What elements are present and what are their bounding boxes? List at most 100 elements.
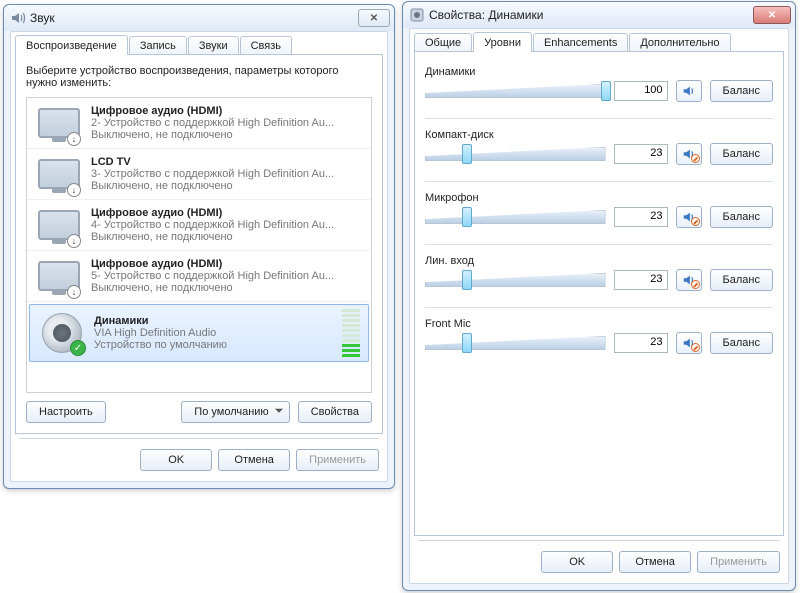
client-area: Воспроизведение Запись Звуки Связь Выбер…: [10, 31, 388, 482]
volume-value[interactable]: 23: [614, 207, 668, 227]
speaker-icon: [409, 7, 425, 23]
volume-value[interactable]: 23: [614, 333, 668, 353]
instruction-text: Выберите устройство воспроизведения, пар…: [26, 65, 372, 89]
device-row[interactable]: ↓LCD TV3- Устройство с поддержкой High D…: [27, 149, 371, 200]
device-status: Устройство по умолчанию: [94, 339, 334, 351]
cancel-button[interactable]: Отмена: [619, 551, 691, 573]
device-name: Цифровое аудио (HDMI): [91, 207, 363, 219]
monitor-device-icon: ↓: [35, 102, 83, 144]
monitor-device-icon: ↓: [35, 255, 83, 297]
properties-button[interactable]: Свойства: [298, 401, 372, 423]
balance-button[interactable]: Баланс: [710, 269, 773, 291]
cancel-button[interactable]: Отмена: [218, 449, 290, 471]
level-label: Лин. вход: [425, 255, 773, 267]
speaker-app-icon: [10, 10, 26, 26]
device-name: Динамики: [94, 315, 334, 327]
muted-indicator-icon: [691, 217, 700, 226]
tab-advanced[interactable]: Дополнительно: [629, 33, 730, 52]
level-group: Компакт-диск 23 Баланс: [425, 129, 773, 165]
device-name: Цифровое аудио (HDMI): [91, 105, 363, 117]
device-desc: VIA High Definition Audio: [94, 327, 334, 339]
ok-button[interactable]: OK: [541, 551, 613, 573]
level-label: Front Mic: [425, 318, 773, 330]
tab-levels[interactable]: Уровни: [473, 32, 532, 52]
balance-button[interactable]: Баланс: [710, 206, 773, 228]
ok-button[interactable]: OK: [140, 449, 212, 471]
device-desc: 4- Устройство с поддержкой High Definiti…: [91, 219, 363, 231]
window-title: Свойства: Динамики: [429, 8, 753, 22]
volume-value[interactable]: 23: [614, 270, 668, 290]
device-status: Выключено, не подключено: [91, 282, 363, 294]
dialog-footer: OK Отмена Применить: [410, 541, 788, 583]
monitor-device-icon: ↓: [35, 204, 83, 246]
apply-button[interactable]: Применить: [697, 551, 780, 573]
tab-enhancements[interactable]: Enhancements: [533, 33, 628, 52]
volume-slider[interactable]: [425, 332, 606, 354]
level-group: Front Mic 23 Баланс: [425, 318, 773, 354]
device-row[interactable]: ↓ Цифровое аудио (HDMI)5- Устройство с по…: [27, 251, 371, 302]
titlebar[interactable]: Звук: [4, 5, 394, 31]
titlebar[interactable]: Свойства: Динамики: [403, 2, 795, 28]
level-label: Компакт-диск: [425, 129, 773, 141]
volume-slider[interactable]: [425, 80, 606, 102]
sound-dialog: Звук Воспроизведение Запись Звуки Связь …: [3, 4, 395, 489]
tabstrip: Общие Уровни Enhancements Дополнительно: [410, 29, 788, 52]
muted-indicator-icon: [691, 343, 700, 352]
client-area: Общие Уровни Enhancements Дополнительно …: [409, 28, 789, 584]
volume-value[interactable]: 23: [614, 144, 668, 164]
mute-button[interactable]: [676, 269, 702, 291]
device-status: Выключено, не подключено: [91, 180, 363, 192]
device-name: LCD TV: [91, 156, 363, 168]
volume-slider[interactable]: [425, 269, 606, 291]
window-title: Звук: [30, 11, 358, 25]
speaker-device-icon: ✓: [38, 312, 86, 354]
tab-panel-levels: Динамики100БалансКомпакт-диск23БалансМик…: [414, 51, 784, 536]
disabled-badge-icon: ↓: [67, 285, 81, 299]
device-status: Выключено, не подключено: [91, 129, 363, 141]
tab-panel-playback: Выберите устройство воспроизведения, пар…: [15, 54, 383, 434]
level-label: Динамики: [425, 66, 773, 78]
tab-general[interactable]: Общие: [414, 33, 472, 52]
disabled-badge-icon: ↓: [67, 183, 81, 197]
disabled-badge-icon: ↓: [67, 132, 81, 146]
level-label: Микрофон: [425, 192, 773, 204]
balance-button[interactable]: Баланс: [710, 80, 773, 102]
tab-communications[interactable]: Связь: [240, 36, 292, 55]
level-group: Микрофон 23 Баланс: [425, 192, 773, 228]
balance-button[interactable]: Баланс: [710, 143, 773, 165]
default-check-icon: ✓: [70, 340, 86, 356]
speaker-properties-dialog: Свойства: Динамики Общие Уровни Enhancem…: [402, 1, 796, 591]
device-desc: 2- Устройство с поддержкой High Definiti…: [91, 117, 363, 129]
apply-button[interactable]: Применить: [296, 449, 379, 471]
mute-button[interactable]: [676, 206, 702, 228]
monitor-device-icon: ↓: [35, 153, 83, 195]
close-icon[interactable]: [358, 9, 390, 27]
dialog-footer: OK Отмена Применить: [11, 439, 387, 481]
level-group: Лин. вход 23 Баланс: [425, 255, 773, 291]
volume-slider[interactable]: [425, 206, 606, 228]
volume-value[interactable]: 100: [614, 81, 668, 101]
level-group: Динамики 100 Баланс: [425, 66, 773, 102]
tab-sounds[interactable]: Звуки: [188, 36, 239, 55]
level-meter: [342, 309, 360, 357]
muted-indicator-icon: [691, 280, 700, 289]
set-default-button[interactable]: По умолчанию: [181, 401, 289, 423]
device-list[interactable]: ↓Цифровое аудио (HDMI)2- Устройство с по…: [26, 97, 372, 393]
device-row[interactable]: ↓ Цифровое аудио (HDMI)4- Устройство с по…: [27, 200, 371, 251]
disabled-badge-icon: ↓: [67, 234, 81, 248]
volume-slider[interactable]: [425, 143, 606, 165]
device-row[interactable]: ↓ Цифровое аудио (HDMI)2- Устройство с по…: [27, 98, 371, 149]
tabstrip: Воспроизведение Запись Звуки Связь: [11, 32, 387, 55]
configure-button[interactable]: Настроить: [26, 401, 106, 423]
device-name: Цифровое аудио (HDMI): [91, 258, 363, 270]
mute-button[interactable]: [676, 80, 702, 102]
mute-button[interactable]: [676, 332, 702, 354]
close-icon[interactable]: [753, 6, 791, 24]
device-row[interactable]: ✓ ДинамикиVIA High Definition AudioУстрой…: [29, 304, 369, 362]
device-status: Выключено, не подключено: [91, 231, 363, 243]
tab-recording[interactable]: Запись: [129, 36, 187, 55]
balance-button[interactable]: Баланс: [710, 332, 773, 354]
mute-button[interactable]: [676, 143, 702, 165]
device-desc: 5- Устройство с поддержкой High Definiti…: [91, 270, 363, 282]
tab-playback[interactable]: Воспроизведение: [15, 35, 128, 55]
